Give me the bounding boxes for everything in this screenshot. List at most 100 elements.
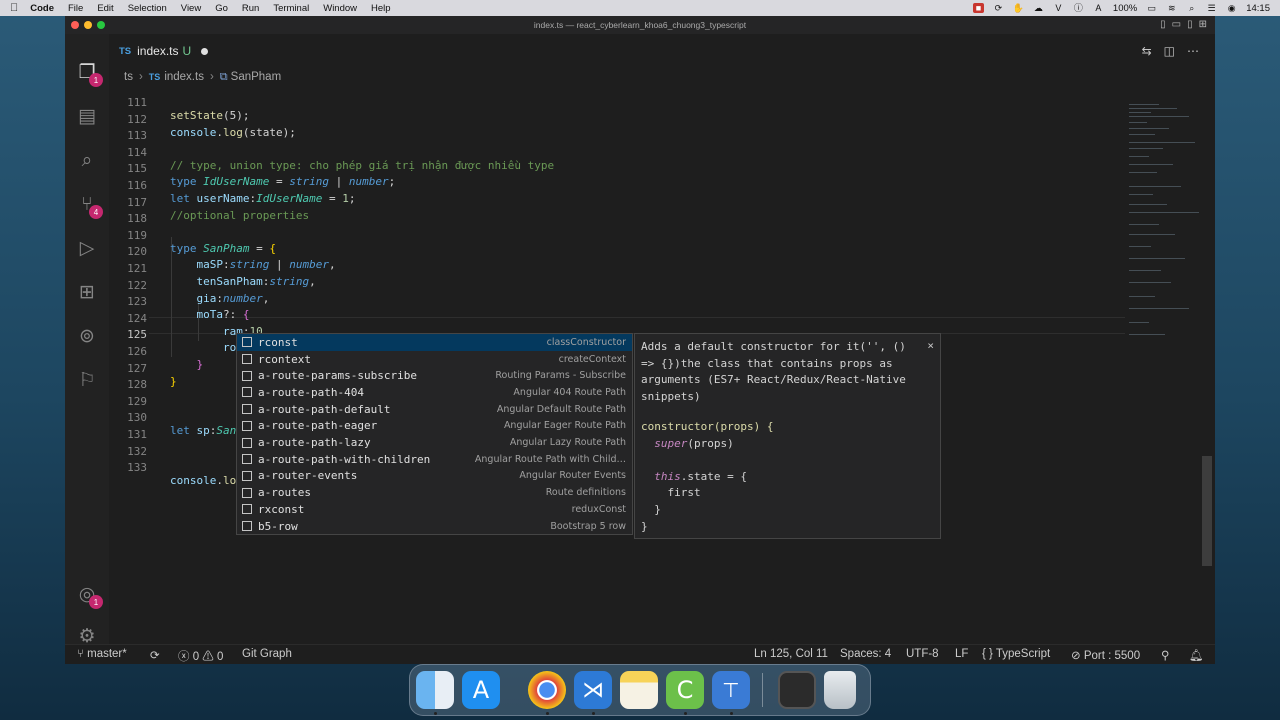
explorer-icon[interactable]: ❐ 1 — [75, 60, 103, 87]
suggestion-item[interactable]: a-route-path-404 Angular 404 Route Path — [237, 384, 632, 401]
open-changes-icon[interactable]: ⇆ — [1142, 44, 1152, 58]
tab-index-ts[interactable]: TS index.ts U — [109, 34, 227, 68]
snippet-icon — [242, 404, 252, 415]
menu-selection[interactable]: Selection — [128, 3, 167, 14]
notes-icon[interactable] — [620, 671, 658, 709]
suggestion-label: a-route-path-404 — [258, 385, 364, 399]
end-of-line[interactable]: LF — [955, 648, 968, 660]
keyboard-icon[interactable]: A — [1093, 3, 1104, 13]
token: . — [216, 474, 223, 488]
branch-indicator[interactable]: ⑂ master* — [77, 648, 127, 660]
search-icon[interactable]: ⌕ — [75, 148, 99, 172]
language-mode[interactable]: { } TypeScript — [982, 648, 1050, 660]
menu-edit[interactable]: Edit — [97, 3, 113, 14]
vpn-icon[interactable]: V — [1053, 3, 1064, 13]
feedback-icon[interactable]: ⚲ — [1161, 648, 1169, 662]
menu-window[interactable]: Window — [323, 3, 357, 14]
git-graph-button[interactable]: Git Graph — [242, 648, 292, 660]
menu-go[interactable]: Go — [215, 3, 228, 14]
breadcrumb-folder[interactable]: ts — [124, 71, 133, 83]
breadcrumb-symbol[interactable]: SanPham — [231, 71, 282, 83]
close-window-button[interactable] — [71, 21, 79, 29]
snippet-icon — [242, 387, 252, 398]
toggle-panel-icon[interactable]: ▭ — [1172, 19, 1181, 30]
app-store-icon[interactable]: A — [462, 671, 500, 709]
snippet-line: (props) — [687, 436, 734, 450]
suggestion-item[interactable]: b5-row Bootstrap 5 row — [237, 518, 632, 535]
camtasia-icon[interactable]: C — [666, 671, 704, 709]
close-icon[interactable]: × — [927, 339, 934, 352]
encoding[interactable]: UTF-8 — [906, 648, 939, 660]
suggestion-item[interactable]: rconst classConstructor — [237, 334, 632, 351]
recorder-window-icon[interactable] — [778, 671, 816, 709]
minimap-line — [1129, 322, 1149, 324]
suggestion-item[interactable]: a-route-path-default Angular Default Rout… — [237, 401, 632, 418]
git-graph-icon[interactable]: ⊚ — [75, 324, 99, 348]
live-server-port[interactable]: ⊘ Port : 5500 — [1071, 648, 1140, 662]
chrome-icon[interactable] — [528, 671, 566, 709]
problems-indicator[interactable]: ⓧ 0 ⚠ 0 — [178, 648, 223, 664]
menu-app-name[interactable]: Code — [30, 3, 54, 14]
suggestion-item[interactable]: a-router-events Angular Router Events — [237, 468, 632, 485]
cursor-position[interactable]: Ln 125, Col 11 — [754, 648, 828, 660]
wifi-icon[interactable]: ≋ — [1166, 3, 1177, 13]
suggestion-item[interactable]: a-route-path-with-children Angular Route … — [237, 451, 632, 468]
minimap-line — [1129, 296, 1155, 298]
notifications-bell-icon[interactable]: 🔔︎ — [1189, 648, 1204, 662]
zoom-window-button[interactable] — [97, 21, 105, 29]
more-actions-icon[interactable]: ⋯ — [1187, 44, 1199, 58]
vscode-icon[interactable]: ⋊ — [574, 671, 612, 709]
suggestion-item[interactable]: rcontext createContext — [237, 351, 632, 368]
minimize-window-button[interactable] — [84, 21, 92, 29]
suggestion-item[interactable]: a-route-path-lazy Angular Lazy Route Path — [237, 434, 632, 451]
suggestion-item[interactable]: rxconst reduxConst — [237, 501, 632, 518]
control-center-icon[interactable]: ☰ — [1206, 3, 1217, 13]
snippet-icon — [242, 437, 252, 448]
cloud-icon[interactable]: ☁ — [1033, 3, 1044, 13]
source-control-icon[interactable]: ⑂ 4 — [75, 192, 103, 219]
keynote-icon[interactable]: ⊤ — [712, 671, 750, 709]
run-debug-icon[interactable]: ▷ — [75, 236, 99, 260]
battery-icon[interactable]: ▭ — [1146, 3, 1157, 13]
extensions-icon[interactable]: ⊞ — [75, 280, 99, 304]
menu-file[interactable]: File — [68, 3, 83, 14]
record-icon[interactable]: ■ — [972, 3, 984, 13]
explorer-badge: 1 — [89, 73, 103, 87]
tab-untracked-status: U — [182, 44, 192, 58]
snippet-keyword: super — [654, 436, 688, 450]
book-icon[interactable]: ▤ — [75, 104, 99, 128]
menu-help[interactable]: Help — [371, 3, 391, 14]
indentation[interactable]: Spaces: 4 — [840, 648, 891, 660]
siri-icon[interactable]: ◉ — [1226, 3, 1237, 13]
menu-run[interactable]: Run — [242, 3, 259, 14]
suggestion-detail: Bootstrap 5 row — [550, 520, 626, 532]
menu-terminal[interactable]: Terminal — [273, 3, 309, 14]
finder-icon[interactable] — [416, 671, 454, 709]
breadcrumb-file[interactable]: index.ts — [164, 71, 204, 83]
trash-icon[interactable] — [824, 671, 856, 709]
suggestion-item[interactable]: a-route-params-subscribe Routing Params -… — [237, 367, 632, 384]
unsaved-dot-icon[interactable] — [201, 47, 209, 55]
suggestion-item[interactable]: a-routes Route definitions — [237, 484, 632, 501]
sync-icon[interactable]: ⟳ — [993, 3, 1004, 13]
hand-icon[interactable]: ✋ — [1013, 3, 1024, 13]
bookmark-icon[interactable]: ⚐ — [75, 368, 99, 392]
apple-icon[interactable]:  — [10, 2, 18, 14]
split-editor-icon[interactable]: ◫ — [1164, 44, 1175, 58]
info-icon[interactable]: ⓘ — [1073, 3, 1084, 13]
minimap-line — [1129, 112, 1151, 114]
menu-view[interactable]: View — [181, 3, 201, 14]
snippet-icon — [242, 504, 252, 515]
sync-icon[interactable]: ⟳ — [150, 648, 160, 662]
toggle-secondary-sidebar-icon[interactable]: ▯ — [1187, 19, 1193, 30]
customize-layout-icon[interactable]: ⊞ — [1199, 19, 1207, 30]
accounts-icon[interactable]: ◎ 1 — [75, 582, 103, 609]
toggle-sidebar-icon[interactable]: ▯ — [1160, 19, 1166, 30]
suggestion-item[interactable]: a-route-path-eager Angular Eager Route Pa… — [237, 418, 632, 435]
editor-scrollbar[interactable] — [1202, 456, 1212, 566]
running-indicator — [730, 712, 733, 715]
search-icon[interactable]: ⌕ — [1186, 3, 1197, 13]
macos-menubar:  Code File Edit Selection View Go Run T… — [0, 0, 1280, 16]
menubar-clock: 14:15 — [1246, 2, 1270, 14]
suggestion-label: a-route-params-subscribe — [258, 369, 417, 383]
